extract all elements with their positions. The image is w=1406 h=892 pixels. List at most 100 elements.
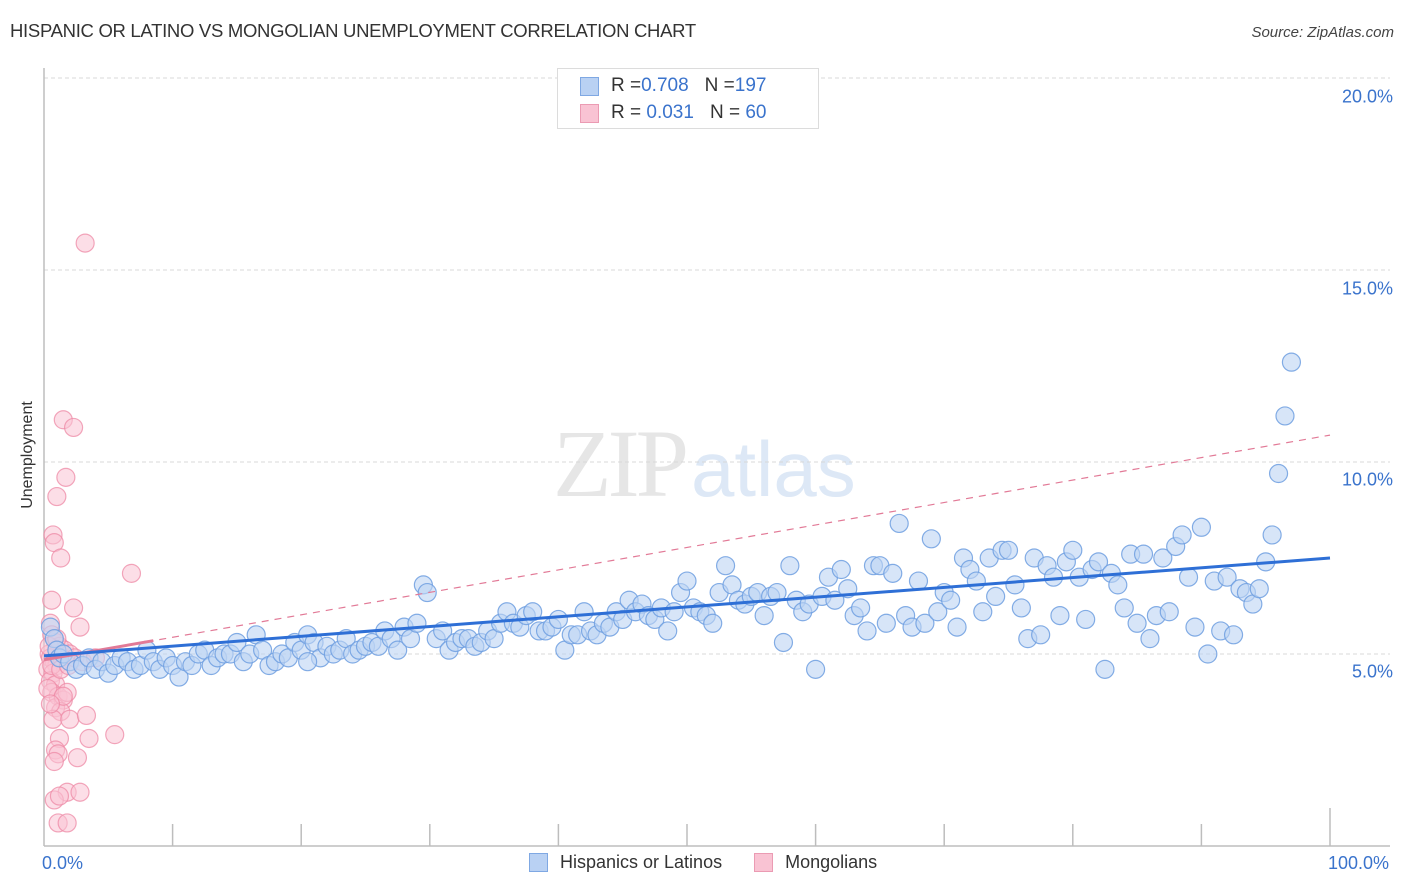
hispanics-point xyxy=(941,590,961,610)
n-value: 197 xyxy=(734,75,767,96)
mongolians-point xyxy=(63,417,84,438)
legend-swatch-pink xyxy=(580,103,599,123)
n-label: N = xyxy=(709,102,741,123)
hispanics-point xyxy=(1249,579,1269,599)
hispanics-point xyxy=(1172,525,1192,545)
legend-swatch-blue xyxy=(580,76,599,96)
hispanics-point xyxy=(1063,540,1083,560)
hispanics-point xyxy=(889,513,909,534)
r-value: 0.031 xyxy=(641,102,694,123)
hispanics-point xyxy=(876,613,896,633)
scatter-plot xyxy=(38,68,1390,847)
stats-legend-row-hispanics: R = 0.708 N = 197 xyxy=(580,74,766,98)
n-label: N = xyxy=(704,75,735,96)
hispanics-point xyxy=(1191,517,1212,537)
hispanics-point xyxy=(1178,567,1199,587)
hispanics-point xyxy=(1198,644,1218,664)
hispanics-point xyxy=(1031,625,1051,645)
hispanics-point xyxy=(1011,598,1031,618)
r-label: R = xyxy=(611,75,642,96)
hispanics-points xyxy=(40,352,1302,687)
n-value: 60 xyxy=(740,102,767,123)
hispanics-point xyxy=(986,586,1006,607)
mongolians-points xyxy=(38,233,142,833)
mongolians-point xyxy=(56,467,76,487)
mongolians-point xyxy=(121,563,142,583)
hispanics-point xyxy=(773,632,794,653)
legend-label-hispanics: Hispanics or Latinos xyxy=(560,852,723,872)
mongolians-point xyxy=(67,748,88,768)
stats-legend-row-mongolians: R = 0.031 N = 60 xyxy=(580,101,766,125)
y-axis-label: Unemployment xyxy=(19,401,36,509)
mongolians-point xyxy=(60,709,80,729)
hispanics-point xyxy=(574,602,594,622)
mongolians-point xyxy=(44,751,64,772)
hispanics-point xyxy=(664,602,684,622)
hispanics-point xyxy=(677,571,697,591)
series-legend: Hispanics or Latinos Mongolians xyxy=(529,852,909,873)
r-label: R = xyxy=(611,102,642,123)
hispanics-point xyxy=(973,602,993,622)
hispanics-point xyxy=(1114,598,1134,618)
legend-label-mongolians: Mongolians xyxy=(785,852,878,872)
hispanics-point xyxy=(1108,575,1128,595)
hispanics-point xyxy=(921,529,941,549)
hispanics-point xyxy=(908,571,929,591)
hispanics-point xyxy=(754,605,774,626)
stats-legend: R = 0.708 N = 197 R = 0.031 N = 60 xyxy=(557,68,819,129)
hispanics-point xyxy=(1223,625,1244,645)
mongolians-point xyxy=(63,598,84,618)
hispanics-point xyxy=(857,621,877,641)
hispanics-point xyxy=(1076,609,1096,630)
x-tick-label-max: 100.0% xyxy=(1328,853,1390,873)
mongolians-point xyxy=(51,548,71,568)
x-tick-label-min: 0.0% xyxy=(42,853,84,873)
hispanics-point xyxy=(998,540,1019,560)
hispanics-point xyxy=(851,598,871,618)
hispanics-point xyxy=(1140,629,1160,649)
hispanics-point xyxy=(947,617,967,637)
mongolians-point xyxy=(57,813,77,833)
y-tick-label-20: 20.0% xyxy=(1341,86,1393,107)
y-tick-label-15: 15.0% xyxy=(1341,278,1393,299)
mongolians-point xyxy=(75,233,95,253)
hispanics-point xyxy=(1050,605,1070,626)
hispanics-point xyxy=(417,582,437,603)
hispanics-point xyxy=(1268,463,1289,484)
legend-swatch-mongolians xyxy=(754,853,774,872)
hispanics-point xyxy=(966,571,986,591)
mongolians-point xyxy=(42,590,62,610)
hispanics-point xyxy=(1127,613,1147,633)
legend-item-mongolians[interactable]: Mongolians xyxy=(754,852,877,873)
hispanics-point xyxy=(1133,544,1154,564)
hispanics-point xyxy=(1262,525,1282,545)
hispanics-point xyxy=(831,559,851,580)
hispanics-point xyxy=(1005,575,1025,595)
hispanics-point xyxy=(407,613,427,633)
hispanics-point xyxy=(1281,352,1302,372)
legend-swatch-hispanics xyxy=(529,853,548,872)
mongolians-point xyxy=(79,728,99,749)
y-tick-label-10: 10.0% xyxy=(1341,469,1393,490)
hispanics-point xyxy=(883,563,903,583)
hispanics-point xyxy=(1095,659,1115,679)
mongolians-point xyxy=(70,782,90,802)
hispanics-point xyxy=(548,609,569,630)
r-value: 0.708 xyxy=(641,75,689,96)
y-tick-label-5: 5.0% xyxy=(1351,661,1393,682)
hispanics-point xyxy=(658,621,678,641)
axes xyxy=(43,68,1390,847)
mongolians-point xyxy=(40,694,61,714)
mongolians-point xyxy=(70,617,90,637)
hispanics-point xyxy=(805,659,826,679)
hispanics-point xyxy=(715,556,736,576)
hispanics-point xyxy=(1275,406,1295,426)
mongolians-point xyxy=(49,786,70,806)
hispanics-point xyxy=(1159,602,1179,622)
mongolians-point xyxy=(76,705,97,726)
hispanics-point xyxy=(1185,617,1205,637)
mongolians-point xyxy=(47,486,67,507)
legend-item-hispanics[interactable]: Hispanics or Latinos xyxy=(529,852,722,873)
mongolians-point xyxy=(105,725,125,745)
hispanics-point xyxy=(703,613,723,633)
